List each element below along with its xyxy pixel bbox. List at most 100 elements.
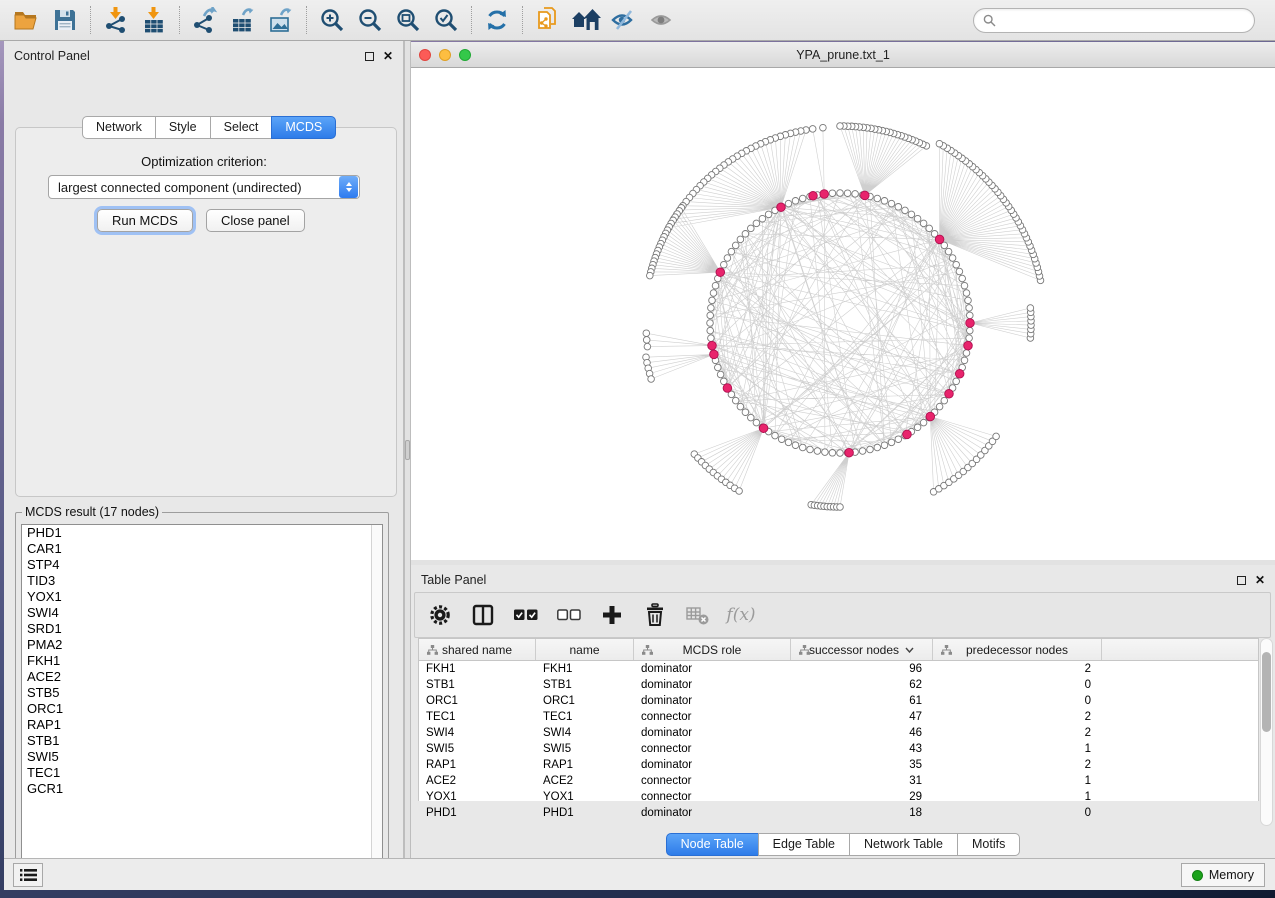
table-row[interactable]: YOX1YOX1connector291 [419,789,1258,805]
search-box[interactable] [973,8,1255,33]
graph-node[interactable] [736,488,743,495]
table-scrollbar[interactable] [1260,638,1273,826]
mcds-result-item[interactable]: RAP1 [22,717,382,733]
graph-node[interactable] [888,439,895,446]
refresh-icon[interactable] [478,3,516,37]
graph-node[interactable] [799,444,806,451]
close-panel-icon[interactable]: ✕ [383,50,393,62]
open-session-icon[interactable] [8,3,46,37]
add-column-icon[interactable] [599,602,625,628]
graph-hub-node[interactable] [945,390,954,399]
graph-node[interactable] [708,305,715,312]
graph-node[interactable] [737,403,744,410]
graph-node[interactable] [721,261,728,268]
graph-hub-node[interactable] [955,370,964,379]
graph-node[interactable] [778,436,785,443]
graph-hub-node[interactable] [708,341,717,350]
graph-node[interactable] [945,248,952,255]
graph-node[interactable] [914,215,921,222]
graph-node[interactable] [953,261,960,268]
graph-node[interactable] [724,255,731,262]
graph-hub-node[interactable] [809,192,818,201]
table-row[interactable]: ORC1ORC1dominator610 [419,693,1258,709]
graph-node[interactable] [936,403,943,410]
graph-node[interactable] [895,204,902,211]
graph-node[interactable] [837,123,844,130]
graph-node[interactable] [902,207,909,214]
mcds-result-item[interactable]: SWI4 [22,605,382,621]
graph-node[interactable] [753,220,760,227]
save-session-icon[interactable] [46,3,84,37]
graph-node[interactable] [709,297,716,304]
settings-gear-icon[interactable] [427,602,453,628]
node-table[interactable]: shared namenameMCDS rolesuccessor nodesp… [418,638,1259,801]
graph-node[interactable] [859,448,866,455]
mcds-result-item[interactable]: STB1 [22,733,382,749]
split-view-icon[interactable] [470,602,496,628]
home-icon[interactable] [567,3,605,37]
graph-node[interactable] [967,312,974,319]
graph-node[interactable] [961,357,968,364]
deselect-all-icon[interactable] [556,602,582,628]
graph-node[interactable] [737,236,744,243]
graph-hub-node[interactable] [966,319,975,328]
mcds-result-item[interactable]: TEC1 [22,765,382,781]
graph-node[interactable] [643,337,650,344]
tab-edge-table[interactable]: Edge Table [758,833,850,856]
graph-node[interactable] [809,126,816,133]
hide-details-icon[interactable] [605,3,643,37]
export-table-icon[interactable] [224,3,262,37]
graph-hub-node[interactable] [716,268,725,277]
search-input[interactable] [996,13,1245,27]
graph-node[interactable] [867,446,874,453]
float-panel-icon[interactable] [365,52,374,61]
graph-node[interactable] [941,397,948,404]
export-image-icon[interactable] [262,3,300,37]
graph-node[interactable] [732,242,739,249]
tab-mcds[interactable]: MCDS [271,116,336,139]
float-panel-icon[interactable] [1237,576,1246,585]
column-header-name[interactable]: name [536,639,634,660]
graph-node[interactable] [742,409,749,416]
graph-node[interactable] [965,297,972,304]
graph-node[interactable] [765,211,772,218]
scrollbar-thumb[interactable] [1262,652,1271,732]
optimization-criterion-select[interactable]: largest connected component (undirected) [48,175,360,199]
graph-hub-node[interactable] [861,191,870,200]
graph-hub-node[interactable] [926,412,935,421]
graph-hub-node[interactable] [723,384,732,393]
graph-node[interactable] [728,248,735,255]
graph-node[interactable] [643,330,650,337]
panel-list-button[interactable] [13,863,43,887]
mcds-result-item[interactable]: YOX1 [22,589,382,605]
graph-node[interactable] [881,442,888,449]
graph-node[interactable] [707,327,714,334]
delete-column-icon[interactable] [642,602,668,628]
mcds-result-item[interactable]: ORC1 [22,701,382,717]
tab-style[interactable]: Style [155,116,211,139]
mcds-result-item[interactable]: PMA2 [22,637,382,653]
graph-node[interactable] [966,335,973,342]
graph-node[interactable] [712,282,719,289]
graph-node[interactable] [837,190,844,197]
graph-node[interactable] [926,225,933,232]
graph-node[interactable] [967,327,974,334]
graph-node[interactable] [963,290,970,297]
graph-node[interactable] [936,140,943,147]
graph-node[interactable] [953,378,960,385]
import-table-icon[interactable] [135,3,173,37]
copy-network-icon[interactable] [529,3,567,37]
graph-node[interactable] [822,449,829,456]
column-header-predecessor-nodes[interactable]: predecessor nodes [933,639,1102,660]
zoom-in-icon[interactable] [313,3,351,37]
graph-node[interactable] [759,215,766,222]
show-details-icon[interactable] [643,3,681,37]
graph-node[interactable] [717,371,724,378]
graph-node[interactable] [837,450,844,457]
tab-motifs[interactable]: Motifs [957,833,1020,856]
mcds-result-item[interactable]: STP4 [22,557,382,573]
graph-node[interactable] [908,211,915,218]
graph-node[interactable] [807,446,814,453]
tab-select[interactable]: Select [210,116,273,139]
graph-node[interactable] [742,231,749,238]
